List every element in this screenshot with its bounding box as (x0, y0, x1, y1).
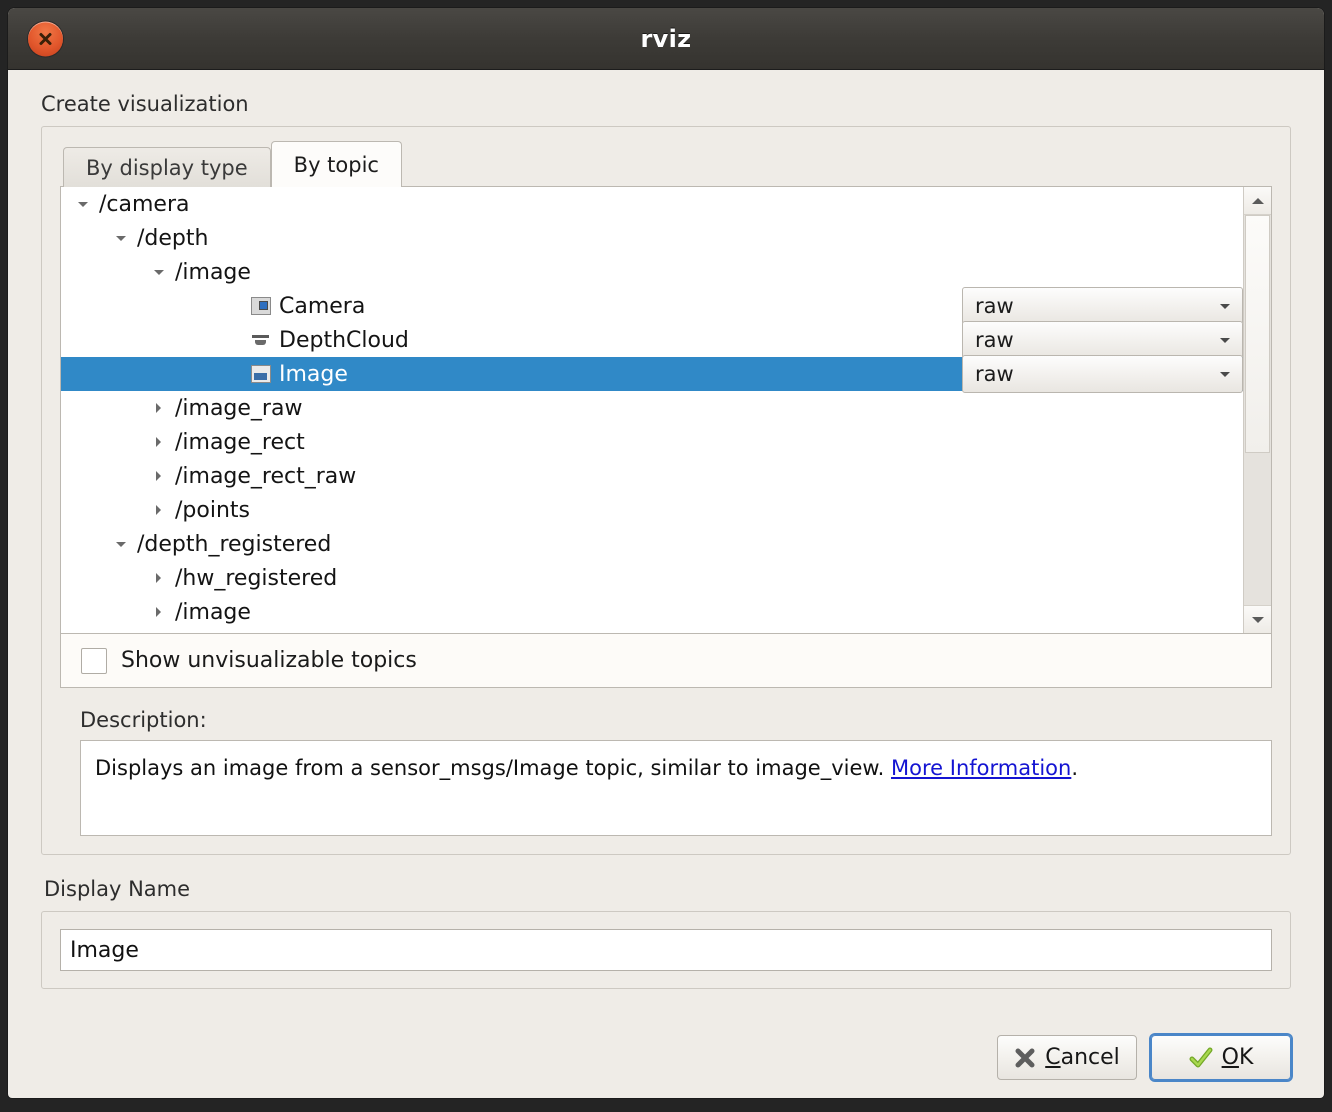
ok-label-rest: K (1238, 1045, 1254, 1070)
create-visualization-group: By display type By topic /camera/depth/im… (41, 126, 1291, 855)
description-label: Description: (80, 708, 207, 732)
close-icon[interactable] (28, 21, 63, 56)
tree-row[interactable]: /points (61, 493, 1243, 527)
expand-arrow-right-icon[interactable] (151, 468, 167, 484)
tree-row[interactable]: /image (61, 255, 1243, 289)
tree-row-label: Camera (279, 293, 366, 319)
show-unvisualizable-checkbox[interactable] (81, 647, 107, 674)
transport-combobox[interactable]: raw (962, 321, 1243, 359)
tree-row-label: /image_rect_raw (175, 463, 357, 489)
expand-arrow-right-icon[interactable] (151, 400, 167, 416)
dialog-body: Create visualization By display type By t… (8, 70, 1324, 1018)
scrollbar-thumb[interactable] (1245, 215, 1270, 453)
cancel-label-rest: ancel (1060, 1045, 1120, 1070)
description-box: Displays an image from a sensor_msgs/Ima… (80, 740, 1272, 836)
show-unvisualizable-label: Show unvisualizable topics (121, 648, 417, 673)
title-bar: rviz (8, 8, 1324, 70)
tree-row[interactable]: /image (61, 595, 1243, 629)
cancel-x-icon (1014, 1047, 1036, 1069)
tree-row-label: DepthCloud (279, 327, 409, 353)
transport-combobox[interactable]: raw (962, 287, 1243, 325)
topic-tree[interactable]: /camera/depth/image Camera raw DepthCloud ra… (61, 187, 1243, 633)
tree-row-label: Image (279, 361, 348, 387)
ok-button[interactable]: OK (1151, 1035, 1291, 1080)
rviz-dialog-window: rviz Create visualization By display typ… (8, 8, 1324, 1098)
arrow-placeholder (227, 298, 243, 314)
tree-row-label: /image (175, 259, 251, 285)
cancel-button[interactable]: Cancel (997, 1035, 1137, 1080)
tree-row[interactable]: /image_rect_raw (61, 459, 1243, 493)
tree-row[interactable]: /image_rect (61, 425, 1243, 459)
tab-bar: By display type By topic (60, 141, 1272, 187)
tree-row-label: /hw_registered (175, 565, 338, 591)
tree-row-label: /image_raw (175, 395, 303, 421)
tree-row-label: /points (175, 497, 250, 523)
ok-label-mnemonic: O (1221, 1045, 1239, 1070)
tree-row-label: /image (175, 599, 251, 625)
scroll-up-icon[interactable] (1244, 187, 1271, 215)
camera-icon (251, 297, 271, 315)
chevron-down-icon (1220, 337, 1230, 343)
arrow-placeholder (227, 332, 243, 348)
expand-arrow-down-icon[interactable] (113, 536, 129, 552)
tree-row-label: /camera (99, 191, 190, 217)
show-unvisualizable-row[interactable]: Show unvisualizable topics (60, 634, 1272, 688)
expand-arrow-right-icon[interactable] (151, 434, 167, 450)
tree-row-label: /depth (137, 225, 209, 251)
cancel-label-mnemonic: C (1045, 1045, 1061, 1070)
chevron-down-icon (1220, 303, 1230, 309)
description-text-tail: . (1071, 756, 1078, 780)
transport-combobox[interactable]: raw (962, 355, 1243, 393)
display-name-group (41, 911, 1291, 989)
combobox-value: raw (975, 294, 1014, 318)
scroll-down-icon[interactable] (1244, 605, 1271, 633)
create-visualization-label: Create visualization (41, 92, 249, 116)
tree-row[interactable]: /depth (61, 221, 1243, 255)
tab-label: By topic (293, 152, 379, 177)
scrollbar-track[interactable] (1244, 215, 1271, 605)
tree-row[interactable]: Image raw (61, 355, 1243, 393)
window-title: rviz (640, 24, 692, 53)
expand-arrow-right-icon[interactable] (151, 604, 167, 620)
combobox-value: raw (975, 362, 1014, 386)
tree-row-label: /image_rect (175, 429, 305, 455)
expand-arrow-right-icon[interactable] (151, 502, 167, 518)
expand-arrow-down-icon[interactable] (151, 264, 167, 280)
depthcloud-icon (251, 331, 271, 349)
tree-vertical-scrollbar[interactable] (1243, 187, 1271, 633)
tree-row-label: /depth_registered (137, 531, 332, 557)
more-information-link[interactable]: More Information (891, 756, 1071, 780)
tree-row[interactable]: /hw_registered (61, 561, 1243, 595)
check-icon (1189, 1046, 1213, 1070)
topic-tree-container: /camera/depth/image Camera raw DepthCloud ra… (60, 186, 1272, 634)
expand-arrow-right-icon[interactable] (151, 570, 167, 586)
tree-row[interactable]: /image_raw (61, 391, 1243, 425)
tree-row[interactable]: /camera (61, 187, 1243, 221)
tree-row[interactable]: Camera raw (61, 287, 1243, 325)
expand-arrow-down-icon[interactable] (113, 230, 129, 246)
combobox-value: raw (975, 328, 1014, 352)
description-text: Displays an image from a sensor_msgs/Ima… (95, 756, 892, 780)
display-name-label: Display Name (44, 877, 191, 901)
tab-by-display-type[interactable]: By display type (63, 147, 271, 187)
tree-row[interactable]: /depth_registered (61, 527, 1243, 561)
tree-row[interactable]: DepthCloud raw (61, 321, 1243, 359)
dialog-button-bar: Cancel OK (8, 1018, 1324, 1098)
expand-arrow-down-icon[interactable] (75, 196, 91, 212)
tab-by-topic[interactable]: By topic (270, 141, 402, 187)
tab-label: By display type (86, 155, 248, 180)
display-name-input[interactable] (60, 929, 1272, 971)
chevron-down-icon (1220, 371, 1230, 377)
image-icon (251, 365, 271, 383)
arrow-placeholder (227, 366, 243, 382)
